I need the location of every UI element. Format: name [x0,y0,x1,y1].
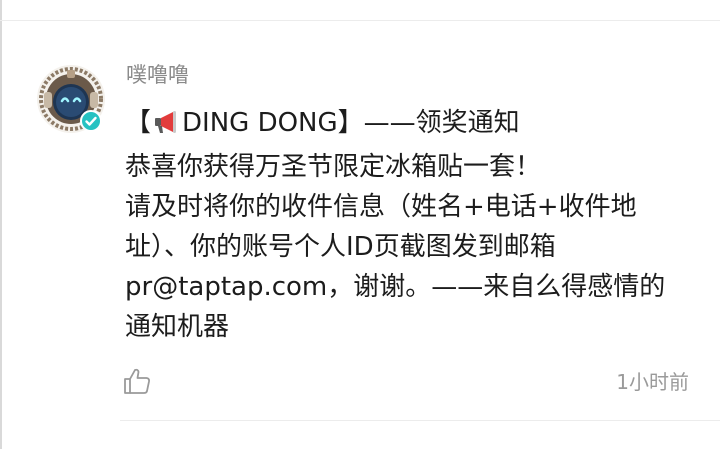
comment-body: 【 DING DONG】——领奖通知 恭喜你获得万圣节限定冰箱贴一套！ 请及时将你… [125,103,685,347]
like-button[interactable] [120,364,154,398]
left-edge-border [0,0,2,449]
bracket-open: 【 [125,108,152,138]
comment-line: 通知机器 [125,312,230,342]
verified-check-icon [85,116,97,126]
comment-line: 【 DING DONG】——领奖通知 [125,103,685,147]
verified-badge [80,110,102,132]
thumbs-up-icon [124,368,150,394]
comment-line: 请及时将你的收件信息（姓名+电话+收件地 [125,192,637,222]
headline-text: DING DONG】——领奖通知 [182,108,520,138]
bottom-divider [120,420,720,421]
comment-line: pr@taptap.com，谢谢。——来自么得感情的 [125,272,666,302]
post-timestamp: 1小时前 [616,370,689,394]
top-divider [0,20,720,21]
megaphone-icon [153,107,181,147]
comment-line: 址）、你的账号个人ID页截图发到邮箱 [125,232,556,262]
notification-comment: 噗噜噜 【 DING DONG】——领奖通知 恭喜你获得万圣节限定冰箱贴一套！ 请… [0,0,720,449]
author-name[interactable]: 噗噜噜 [126,61,189,89]
comment-line: 恭喜你获得万圣节限定冰箱贴一套！ [125,152,542,182]
